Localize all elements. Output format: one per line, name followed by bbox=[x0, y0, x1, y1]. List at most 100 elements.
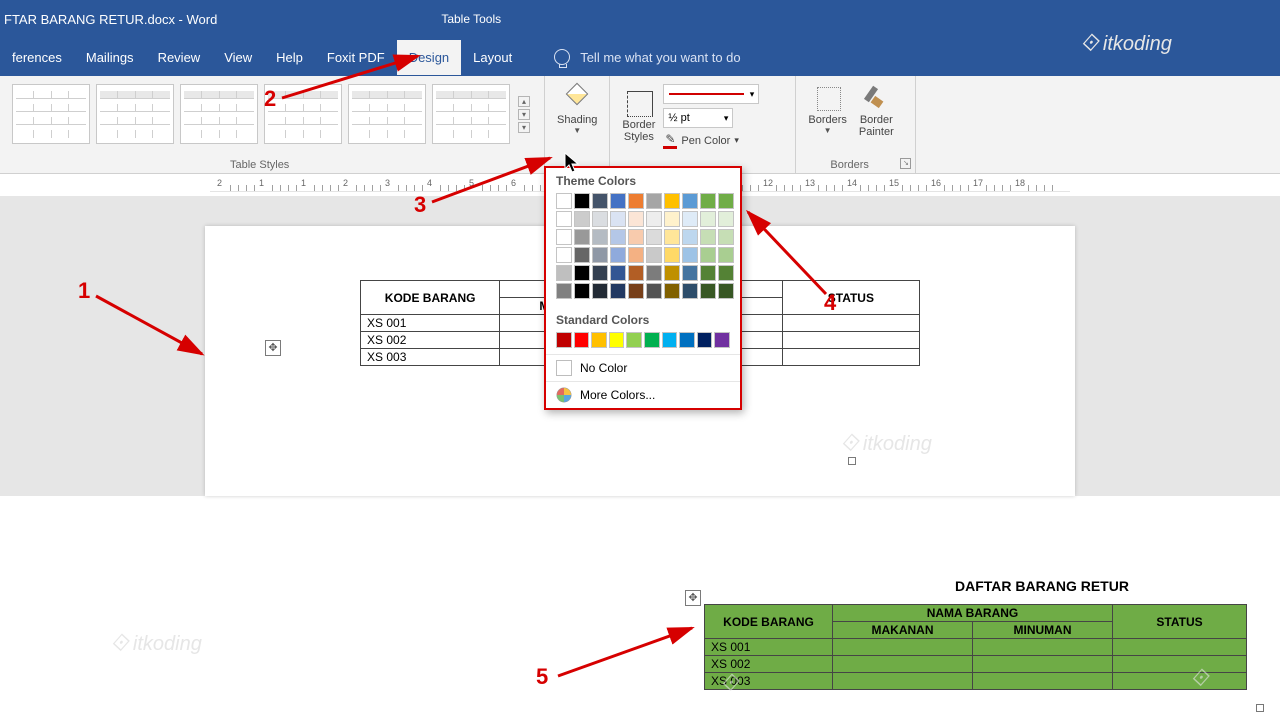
color-swatch[interactable] bbox=[610, 283, 626, 299]
color-swatch[interactable] bbox=[574, 265, 590, 281]
color-swatch[interactable] bbox=[626, 332, 642, 348]
color-swatch[interactable] bbox=[664, 283, 680, 299]
table-style-option[interactable] bbox=[96, 84, 174, 144]
color-swatch[interactable] bbox=[700, 283, 716, 299]
color-swatch[interactable] bbox=[682, 211, 698, 227]
tab-layout[interactable]: Layout bbox=[461, 40, 524, 75]
color-swatch[interactable] bbox=[628, 229, 644, 245]
color-swatch[interactable] bbox=[664, 193, 680, 209]
color-swatch[interactable] bbox=[556, 247, 572, 263]
group-launcher-icon[interactable]: ↘ bbox=[900, 158, 911, 169]
color-swatch[interactable] bbox=[644, 332, 660, 348]
color-swatch[interactable] bbox=[556, 265, 572, 281]
border-painter-button[interactable]: Border Painter bbox=[853, 80, 900, 142]
color-swatch[interactable] bbox=[610, 229, 626, 245]
color-swatch[interactable] bbox=[628, 247, 644, 263]
color-swatch[interactable] bbox=[591, 332, 607, 348]
border-styles-button[interactable]: Border Styles bbox=[616, 80, 661, 151]
color-swatch[interactable] bbox=[574, 332, 590, 348]
shading-button[interactable]: Shading ▼ bbox=[551, 80, 603, 139]
color-swatch[interactable] bbox=[592, 193, 608, 209]
color-swatch[interactable] bbox=[682, 265, 698, 281]
table-resize-handle[interactable] bbox=[1256, 704, 1264, 712]
tab-mailings[interactable]: Mailings bbox=[74, 40, 146, 75]
result-table[interactable]: KODE BARANG NAMA BARANG STATUS MAKANAN M… bbox=[704, 604, 1247, 690]
color-swatch[interactable] bbox=[664, 247, 680, 263]
color-swatch[interactable] bbox=[646, 265, 662, 281]
table-move-handle[interactable]: ✥ bbox=[265, 340, 281, 356]
color-swatch[interactable] bbox=[609, 332, 625, 348]
color-swatch[interactable] bbox=[610, 211, 626, 227]
color-swatch[interactable] bbox=[718, 265, 734, 281]
tab-review[interactable]: Review bbox=[146, 40, 213, 75]
color-swatch[interactable] bbox=[718, 283, 734, 299]
lightbulb-icon bbox=[554, 49, 570, 65]
color-swatch[interactable] bbox=[700, 193, 716, 209]
color-swatch[interactable] bbox=[646, 229, 662, 245]
annotation-4: 4 bbox=[824, 290, 836, 316]
more-colors-item[interactable]: More Colors... bbox=[546, 381, 740, 408]
color-swatch[interactable] bbox=[556, 229, 572, 245]
color-swatch[interactable] bbox=[646, 193, 662, 209]
tab-view[interactable]: View bbox=[212, 40, 264, 75]
color-swatch[interactable] bbox=[610, 247, 626, 263]
table-style-option[interactable] bbox=[432, 84, 510, 144]
standard-colors-label: Standard Colors bbox=[546, 307, 740, 330]
color-swatch[interactable] bbox=[664, 265, 680, 281]
color-swatch[interactable] bbox=[646, 247, 662, 263]
color-swatch[interactable] bbox=[574, 283, 590, 299]
tell-me-search[interactable]: Tell me what you want to do bbox=[554, 49, 740, 65]
color-swatch[interactable] bbox=[628, 265, 644, 281]
color-swatch[interactable] bbox=[682, 283, 698, 299]
tab-references[interactable]: ferences bbox=[0, 40, 74, 75]
color-swatch[interactable] bbox=[628, 283, 644, 299]
gallery-expand[interactable]: ▴▾▾ bbox=[516, 96, 532, 133]
color-swatch[interactable] bbox=[556, 211, 572, 227]
color-swatch[interactable] bbox=[700, 229, 716, 245]
color-swatch[interactable] bbox=[718, 193, 734, 209]
color-swatch[interactable] bbox=[628, 193, 644, 209]
color-swatch[interactable] bbox=[682, 229, 698, 245]
color-swatch[interactable] bbox=[718, 211, 734, 227]
color-swatch[interactable] bbox=[592, 211, 608, 227]
color-swatch[interactable] bbox=[574, 229, 590, 245]
color-swatch[interactable] bbox=[646, 211, 662, 227]
color-swatch[interactable] bbox=[662, 332, 678, 348]
color-swatch[interactable] bbox=[682, 193, 698, 209]
color-swatch[interactable] bbox=[574, 247, 590, 263]
table-style-option[interactable] bbox=[12, 84, 90, 144]
color-swatch[interactable] bbox=[679, 332, 695, 348]
color-swatch[interactable] bbox=[697, 332, 713, 348]
color-swatch[interactable] bbox=[682, 247, 698, 263]
color-swatch[interactable] bbox=[718, 247, 734, 263]
table-move-handle[interactable]: ✥ bbox=[685, 590, 701, 606]
color-swatch[interactable] bbox=[664, 211, 680, 227]
color-swatch[interactable] bbox=[646, 283, 662, 299]
color-swatch[interactable] bbox=[574, 211, 590, 227]
standard-colors-row bbox=[546, 330, 740, 354]
color-swatch[interactable] bbox=[592, 265, 608, 281]
color-swatch[interactable] bbox=[556, 283, 572, 299]
color-swatch[interactable] bbox=[718, 229, 734, 245]
arrow-icon bbox=[278, 48, 428, 104]
color-swatch[interactable] bbox=[700, 211, 716, 227]
pen-color-button[interactable]: ✎ Pen Color▾ bbox=[663, 132, 759, 149]
color-swatch[interactable] bbox=[574, 193, 590, 209]
color-swatch[interactable] bbox=[700, 265, 716, 281]
color-swatch[interactable] bbox=[610, 193, 626, 209]
table-style-option[interactable] bbox=[180, 84, 258, 144]
borders-button[interactable]: Borders ▼ bbox=[802, 80, 853, 139]
color-swatch[interactable] bbox=[628, 211, 644, 227]
no-color-item[interactable]: No Color bbox=[546, 354, 740, 381]
color-swatch[interactable] bbox=[592, 283, 608, 299]
color-swatch[interactable] bbox=[592, 247, 608, 263]
color-swatch[interactable] bbox=[556, 332, 572, 348]
color-swatch[interactable] bbox=[592, 229, 608, 245]
color-swatch[interactable] bbox=[610, 265, 626, 281]
table-resize-handle[interactable] bbox=[848, 457, 856, 465]
line-weight-selector[interactable]: ½ pt▾ bbox=[663, 108, 733, 128]
color-swatch[interactable] bbox=[700, 247, 716, 263]
color-swatch[interactable] bbox=[714, 332, 730, 348]
color-swatch[interactable] bbox=[664, 229, 680, 245]
line-style-selector[interactable]: ▾ bbox=[663, 84, 759, 104]
